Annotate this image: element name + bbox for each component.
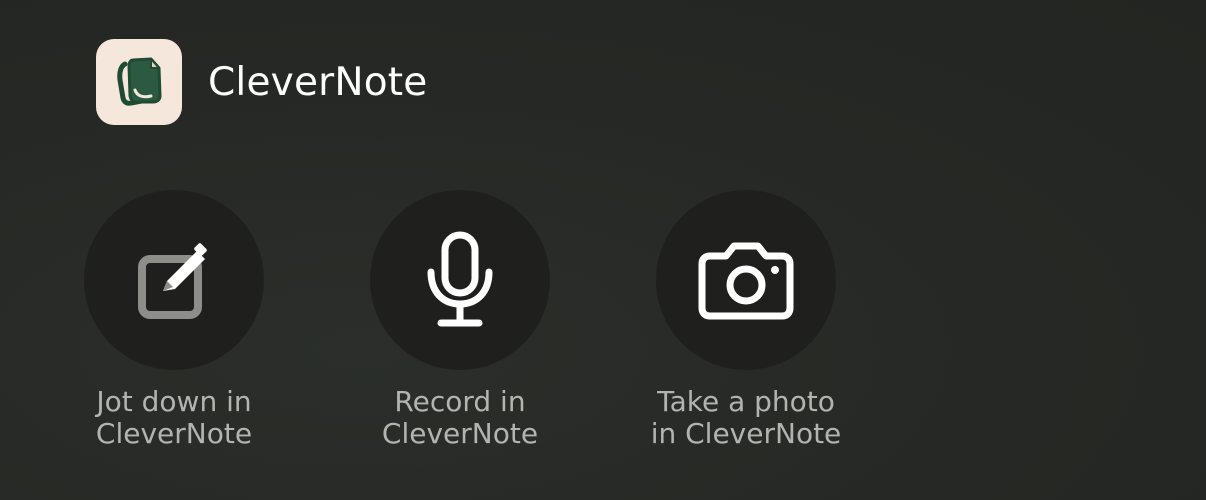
jot-down-button[interactable] — [84, 190, 264, 370]
compose-note-icon — [138, 243, 207, 319]
record-label: Record in CleverNote — [381, 385, 539, 450]
quick-actions: Jot down in CleverNote Record in CleverN… — [0, 0, 1206, 500]
jot-down-action[interactable]: Jot down in CleverNote — [34, 190, 314, 450]
camera-icon — [698, 242, 794, 320]
take-photo-button[interactable] — [656, 190, 836, 370]
record-action[interactable]: Record in CleverNote — [320, 190, 600, 450]
take-photo-label: Take a photo in CleverNote — [650, 385, 842, 450]
record-button[interactable] — [370, 190, 550, 370]
jot-down-label: Jot down in CleverNote — [95, 385, 253, 450]
microphone-icon — [427, 231, 493, 327]
take-photo-action[interactable]: Take a photo in CleverNote — [606, 190, 886, 450]
